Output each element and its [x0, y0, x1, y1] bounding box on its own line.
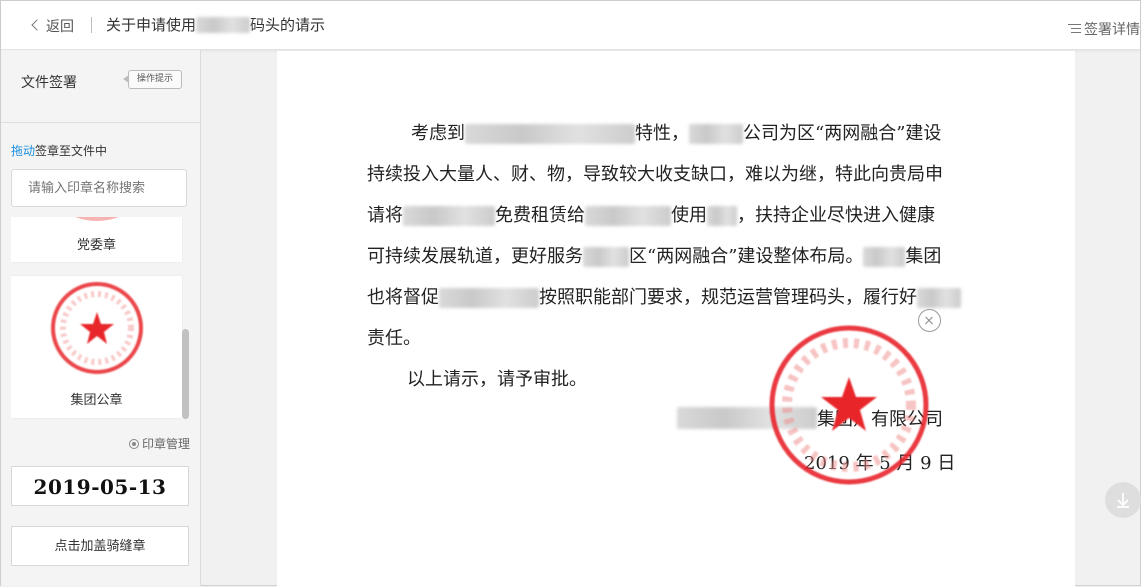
- seal-manage-link[interactable]: 印章管理: [129, 435, 190, 452]
- sign-detail-label: 签署详情: [1084, 22, 1140, 38]
- redacted-region: [863, 246, 906, 267]
- sign-detail-button[interactable]: 签署详情: [1068, 19, 1140, 39]
- redacted-region: [707, 205, 737, 226]
- sidebar-title: 文件签署: [21, 75, 77, 91]
- download-icon: [1117, 493, 1129, 508]
- title-prefix: 关于申请使用: [106, 16, 197, 34]
- app-frame: 返回 关于申请使用 码头的请示 签署详情 文件签署 操作提示 拖动签章至文件中: [0, 0, 1141, 587]
- page-title: 关于申请使用 码头的请示: [106, 14, 325, 35]
- header-divider: [91, 17, 92, 33]
- back-button[interactable]: 返回: [31, 16, 74, 36]
- redacted-region: [585, 205, 671, 226]
- redacted-region: [403, 205, 495, 226]
- doc-line: 也将督促 按照职能部门要求，规范运营管理码头，履行好: [367, 277, 1007, 318]
- text-span: 也将督促: [367, 287, 439, 308]
- redacted-region: [465, 123, 635, 144]
- download-button[interactable]: [1105, 482, 1141, 518]
- text-span: 以上请示，请予审批。: [407, 369, 587, 390]
- date-stamp[interactable]: 2019-05-13: [11, 466, 189, 506]
- back-label: 返回: [46, 19, 74, 35]
- redacted-region: [689, 123, 743, 144]
- list-icon: [1068, 23, 1081, 35]
- seal-name: 党委章: [76, 238, 116, 253]
- redacted-region: [196, 16, 251, 33]
- seal-card-party[interactable]: 党委章: [11, 217, 182, 262]
- group-seal-stamp: [769, 325, 929, 485]
- redacted-region: [439, 287, 539, 308]
- drag-action-text: 拖动: [11, 144, 36, 158]
- text-span: 按照职能部门要求，规范运营管理码头，履行好: [539, 287, 917, 308]
- text-span: ，扶持企业尽快进入健康: [737, 205, 935, 226]
- seal-list-scrollbar[interactable]: [182, 329, 189, 419]
- text-span: 集团: [905, 246, 942, 267]
- seal-sidebar: 文件签署 操作提示 拖动签章至文件中 党委章: [1, 50, 201, 586]
- drag-rest-text: 签章至文件中: [35, 144, 108, 158]
- seal-manage-label: 印章管理: [142, 437, 191, 451]
- gear-icon: [129, 438, 139, 449]
- remove-seal-button[interactable]: [918, 309, 941, 332]
- group-seal-image: [51, 282, 143, 374]
- doc-line: 可持续发展轨道，更好服务 区“两网融合”建设整体布局。 集团: [367, 236, 1007, 277]
- sidebar-header: 文件签署 操作提示: [1, 50, 200, 123]
- placed-seal[interactable]: [767, 323, 931, 487]
- seal-list: 党委章 集团公章: [11, 217, 183, 430]
- doc-line: 请将 免费租赁给 使用 ，扶持企业尽快进入健康: [367, 195, 1007, 236]
- redacted-region: [917, 287, 961, 308]
- redacted-region: [583, 246, 629, 267]
- add-riding-seal-button[interactable]: 点击加盖骑缝章: [11, 526, 189, 566]
- text-span: 请将: [367, 205, 403, 226]
- text-span: 区“两网融合”建设整体布局。: [629, 246, 864, 267]
- doc-line: 考虑到 特性， 公司为区“两网融合”建设: [367, 113, 1007, 154]
- text-span: 可持续发展轨道，更好服务: [367, 246, 583, 267]
- text-span: 公司为区“两网融合”建设: [743, 123, 942, 144]
- document-page: 考虑到 特性， 公司为区“两网融合”建设 持续投入大量人、财、物，导致较大收支缺…: [277, 51, 1075, 587]
- text-span: 特性，: [635, 123, 689, 144]
- operation-hint-button[interactable]: 操作提示: [123, 70, 182, 89]
- chevron-left-icon: [31, 19, 43, 31]
- text-span: 使用: [671, 205, 707, 226]
- text-span: 免费租赁给: [495, 205, 585, 226]
- top-header: 返回 关于申请使用 码头的请示 签署详情: [1, 1, 1140, 50]
- seal-card-group[interactable]: 集团公章: [11, 276, 182, 418]
- seal-search-input[interactable]: [11, 169, 187, 207]
- text-span: 考虑到: [411, 123, 465, 144]
- doc-line: 持续投入大量人、财、物，导致较大收支缺口，难以为继，特此向贵局申: [367, 164, 943, 185]
- seal-name: 集团公章: [70, 393, 123, 408]
- drag-instruction: 拖动签章至文件中: [11, 142, 107, 159]
- title-suffix: 码头的请示: [250, 16, 326, 34]
